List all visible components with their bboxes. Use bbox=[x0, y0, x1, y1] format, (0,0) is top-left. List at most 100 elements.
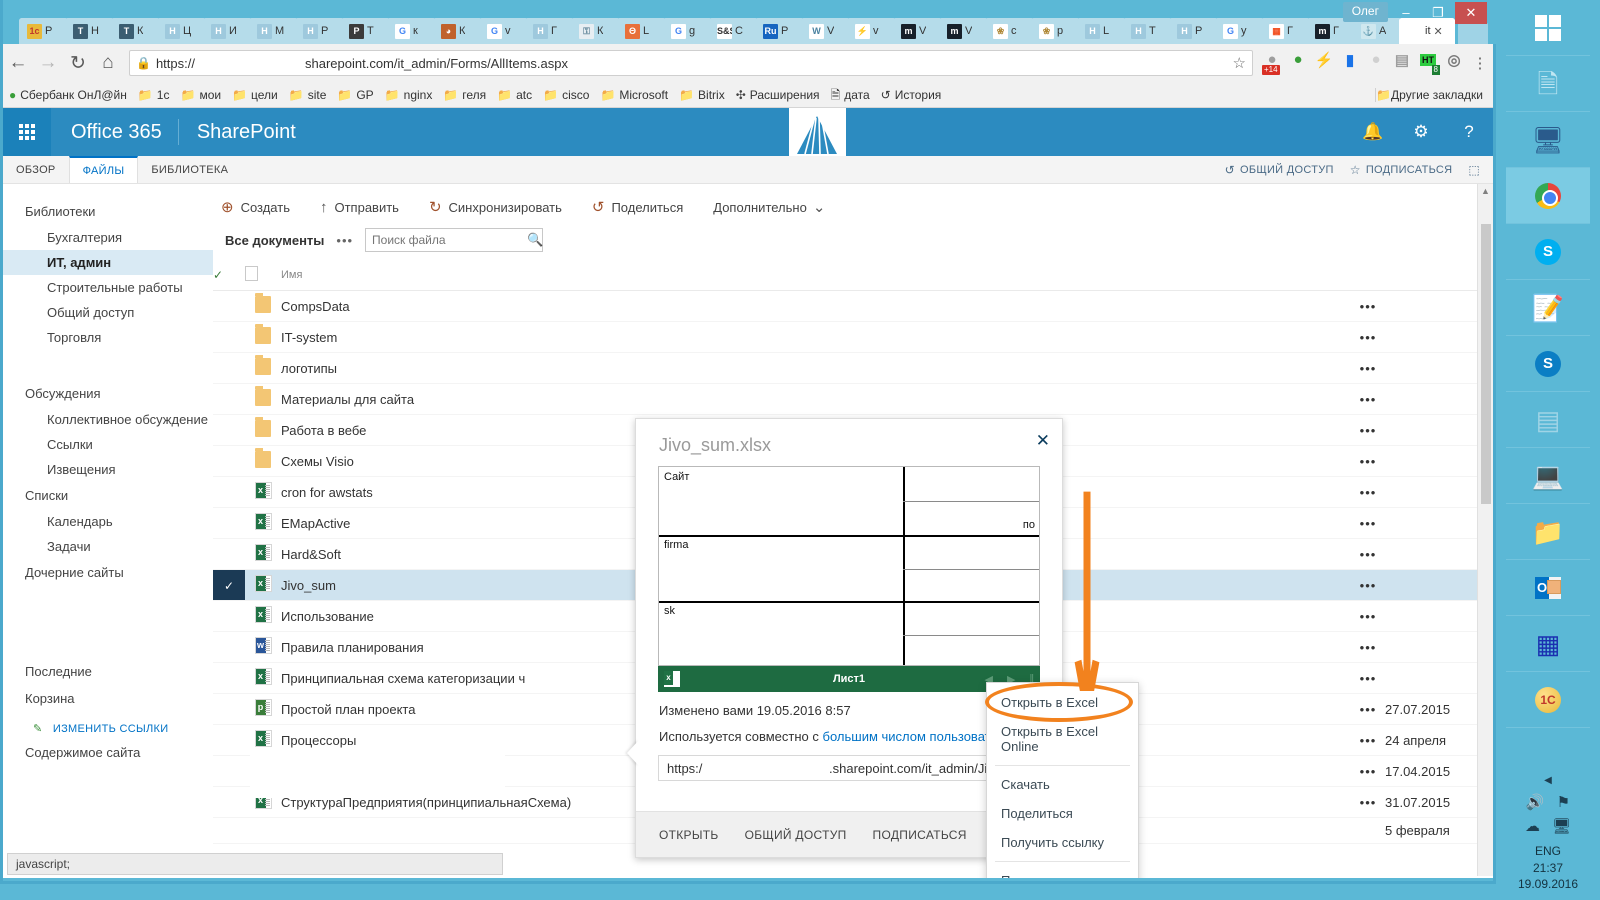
menu-item-1[interactable]: Открыть в Excel Online bbox=[987, 717, 1138, 761]
row-more-icon[interactable]: ••• bbox=[1351, 352, 1385, 384]
database-task[interactable]: ▦ bbox=[1506, 616, 1590, 672]
app-launcher-icon[interactable] bbox=[3, 108, 51, 156]
file-name[interactable]: Материалы для сайта bbox=[281, 383, 1351, 415]
menu-item-5[interactable]: Получить ссылку bbox=[987, 828, 1138, 857]
bookmark-11[interactable]: 📁 Bitrix bbox=[679, 88, 725, 102]
row-checkbox[interactable] bbox=[213, 383, 245, 415]
search-icon[interactable]: 🔍 bbox=[527, 232, 543, 248]
bookmark-1[interactable]: 📁 1c bbox=[138, 88, 170, 102]
quicklaunch-item-10[interactable]: Извещения bbox=[3, 457, 213, 482]
file-name[interactable]: логотипы bbox=[281, 352, 1351, 384]
page-scrollbar[interactable]: ▲ bbox=[1477, 184, 1493, 876]
outlook-task[interactable] bbox=[1506, 560, 1590, 616]
row-more-icon[interactable]: ••• bbox=[1351, 321, 1385, 353]
quicklaunch-item-5[interactable]: Торговля bbox=[3, 325, 213, 350]
quicklaunch-item-11[interactable]: Списки bbox=[3, 482, 213, 509]
command-отправить[interactable]: ↑ Отправить bbox=[320, 199, 399, 216]
current-view-label[interactable]: Все документы bbox=[225, 233, 324, 248]
menu-item-4[interactable]: Поделиться bbox=[987, 799, 1138, 828]
follow-action[interactable]: ПОДПИСАТЬСЯ bbox=[873, 828, 967, 842]
bluetag-extension[interactable]: ▮ bbox=[1337, 51, 1363, 75]
bookmark-7[interactable]: 📁 геля bbox=[443, 88, 486, 102]
browser-tab-24[interactable]: HТ bbox=[1123, 18, 1172, 44]
reload-button[interactable]: ↻ bbox=[63, 52, 93, 75]
bookmark-2[interactable]: 📁 мои bbox=[180, 88, 221, 102]
browser-tab-20[interactable]: mV bbox=[939, 18, 988, 44]
bookmark-5[interactable]: 📁 GP bbox=[337, 88, 373, 102]
browser-tab-19[interactable]: mV bbox=[893, 18, 942, 44]
browser-tab-4[interactable]: HИ bbox=[203, 18, 252, 44]
row-checkbox[interactable] bbox=[213, 538, 245, 570]
browser-tab-10[interactable]: Gv bbox=[479, 18, 528, 44]
row-more-icon[interactable]: ••• bbox=[1351, 414, 1385, 446]
flag-icon[interactable]: ⚑ bbox=[1557, 793, 1570, 811]
browser-tab-7[interactable]: PТ bbox=[341, 18, 390, 44]
notifications-icon[interactable]: 🔔 bbox=[1349, 108, 1397, 156]
help-icon[interactable]: ? bbox=[1445, 108, 1493, 156]
browser-tab-14[interactable]: Gg bbox=[663, 18, 712, 44]
browser-tab-2[interactable]: TК bbox=[111, 18, 160, 44]
name-header[interactable]: Имя bbox=[281, 262, 1351, 291]
command-синхронизировать[interactable]: ↻ Синхронизировать bbox=[429, 198, 562, 216]
explorer-task[interactable]: 📁 bbox=[1506, 504, 1590, 560]
bookmark-4[interactable]: 📁 site bbox=[289, 88, 327, 102]
bookmark-8[interactable]: 📁 atc bbox=[497, 88, 532, 102]
skype-business-task[interactable]: S bbox=[1506, 224, 1590, 280]
volume-icon[interactable]: 🔊 bbox=[1526, 793, 1545, 811]
tray-expand-icon[interactable]: ◀ bbox=[1496, 771, 1600, 790]
quicklaunch-item-9[interactable]: Ссылки bbox=[3, 432, 213, 457]
new-tab-button[interactable] bbox=[1458, 22, 1488, 44]
editor-task[interactable]: 📝 bbox=[1506, 280, 1590, 336]
table-row[interactable]: IT-system ••• bbox=[213, 321, 1493, 353]
cloud-icon[interactable]: ☁ bbox=[1525, 817, 1540, 835]
browser-tab-17[interactable]: WV bbox=[801, 18, 850, 44]
search-box[interactable]: 🔍 bbox=[365, 228, 543, 252]
row-checkbox[interactable] bbox=[213, 724, 245, 756]
row-checkbox[interactable] bbox=[213, 693, 245, 725]
row-more-icon[interactable]: ••• bbox=[1351, 507, 1385, 539]
select-all-header[interactable]: ✓ bbox=[213, 262, 245, 291]
picture-extension[interactable]: ▤ bbox=[1389, 51, 1415, 75]
row-checkbox[interactable] bbox=[213, 507, 245, 539]
bookmark-14[interactable]: ↺ История bbox=[881, 88, 942, 102]
site-contents-link[interactable]: Содержимое сайта bbox=[3, 739, 213, 766]
chrome-task[interactable] bbox=[1506, 168, 1590, 224]
quicklaunch-item-3[interactable]: Строительные работы bbox=[3, 275, 213, 300]
browser-tab-15[interactable]: S&SC bbox=[709, 18, 758, 44]
bookmark-10[interactable]: 📁 Microsoft bbox=[600, 88, 668, 102]
row-more-icon[interactable]: ••• bbox=[1351, 290, 1385, 322]
row-checkbox[interactable] bbox=[213, 600, 245, 632]
window-close-button[interactable]: ✕ bbox=[1455, 2, 1487, 24]
quicklaunch-item-7[interactable]: Обсуждения bbox=[3, 380, 213, 407]
address-bar[interactable]: 🔒 https:// sharepoint.com/it_admin/Forms… bbox=[129, 50, 1253, 76]
row-checkbox[interactable] bbox=[213, 786, 245, 818]
mask-extension[interactable]: ● bbox=[1285, 51, 1311, 75]
bookmark-6[interactable]: 📁 nginx bbox=[385, 88, 433, 102]
quicklaunch-item-8[interactable]: Коллективное обсуждение bbox=[3, 407, 213, 432]
browser-tab-18[interactable]: ⚡ v bbox=[847, 18, 896, 44]
monitor-task[interactable]: 💻 bbox=[1506, 448, 1590, 504]
ribbon-tab-библиотека[interactable]: БИБЛИОТЕКА bbox=[138, 156, 241, 183]
row-more-icon[interactable]: ••• bbox=[1351, 476, 1385, 508]
menu-item-7[interactable]: Переименовать bbox=[987, 866, 1138, 878]
tab-close-icon[interactable]: ✕ bbox=[1434, 25, 1443, 38]
ribbon-tab-обзор[interactable]: ОБЗОР bbox=[3, 156, 69, 183]
browser-tab-11[interactable]: HГ bbox=[525, 18, 574, 44]
shared-link[interactable]: большим числом пользовате bbox=[823, 729, 998, 744]
row-more-icon[interactable]: ••• bbox=[1351, 662, 1385, 694]
row-checkbox[interactable] bbox=[213, 755, 245, 787]
bookmark-9[interactable]: 📁 cisco bbox=[543, 88, 589, 102]
home-button[interactable]: ⌂ bbox=[93, 52, 123, 74]
ht-extension[interactable]: HT 8 bbox=[1415, 51, 1441, 75]
share-action[interactable]: ОБЩИЙ ДОСТУП bbox=[745, 828, 847, 842]
lightning-extension[interactable]: ⚡ bbox=[1311, 51, 1337, 75]
bookmark-0[interactable]: ● Сбербанк ОнЛ@йн bbox=[9, 88, 127, 102]
network-icon[interactable]: 🖥 bbox=[1552, 817, 1571, 835]
onec-task[interactable]: 1C bbox=[1506, 672, 1590, 728]
browser-tab-27[interactable]: ▦ Г bbox=[1261, 18, 1310, 44]
row-checkbox[interactable] bbox=[213, 290, 245, 322]
excel-thumbnail[interactable]: Сайт firma sk по bbox=[658, 466, 1040, 666]
bookmark-13[interactable]: 🗎 дата bbox=[831, 88, 870, 102]
notepad-task[interactable]: 🗎 bbox=[1506, 56, 1590, 112]
file-name[interactable]: CompsData bbox=[281, 290, 1351, 322]
